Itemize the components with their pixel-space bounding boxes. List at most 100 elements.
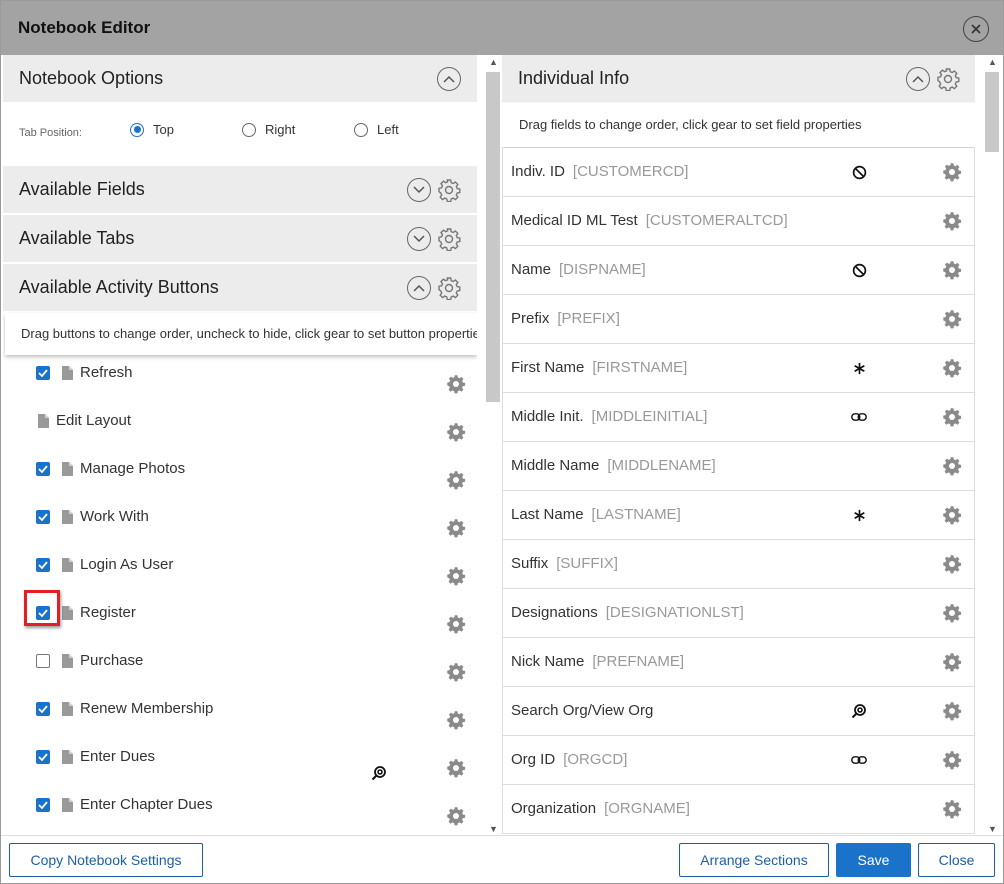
gear-icon[interactable] bbox=[443, 467, 469, 493]
field-row[interactable]: Search Org/View Org bbox=[502, 687, 975, 736]
activity-button-row[interactable]: Purchase bbox=[3, 643, 477, 691]
gear-icon[interactable] bbox=[939, 159, 965, 185]
field-row[interactable]: Middle Init. [MIDDLEINITIAL] bbox=[502, 393, 975, 442]
right-scrollbar[interactable]: ▲ ▼ bbox=[983, 55, 1001, 835]
field-code: [DESIGNATIONLST] bbox=[605, 604, 744, 621]
left-scroll-thumb[interactable] bbox=[486, 72, 500, 402]
field-row[interactable]: Name [DISPNAME] bbox=[502, 246, 975, 295]
gear-icon[interactable] bbox=[443, 419, 469, 445]
field-name: Suffix bbox=[511, 555, 549, 572]
field-code: [FIRSTNAME] bbox=[592, 359, 688, 376]
chevron-down-icon[interactable] bbox=[407, 178, 431, 202]
gear-icon[interactable] bbox=[939, 453, 965, 479]
save-button[interactable]: Save bbox=[836, 843, 911, 877]
asterisk-icon bbox=[851, 360, 867, 376]
activity-button-row[interactable]: Renew Membership bbox=[3, 691, 477, 739]
left-scrollbar[interactable]: ▲ ▼ bbox=[484, 55, 502, 835]
right-scroll-thumb[interactable] bbox=[985, 72, 999, 152]
notebook-options-label: Notebook Options bbox=[19, 68, 164, 88]
activity-button-row[interactable]: Login As User bbox=[3, 547, 477, 595]
activity-button-row[interactable]: Edit Layout bbox=[3, 403, 477, 451]
field-row[interactable]: Medical ID ML Test [CUSTOMERALTCD] bbox=[502, 197, 975, 246]
field-row[interactable]: Middle Name [MIDDLENAME] bbox=[502, 442, 975, 491]
gear-icon[interactable] bbox=[443, 707, 469, 733]
activity-button-row[interactable]: Register bbox=[3, 595, 477, 643]
gear-icon[interactable] bbox=[939, 306, 965, 332]
close-icon[interactable] bbox=[963, 16, 989, 42]
gear-icon[interactable] bbox=[939, 600, 965, 626]
field-row[interactable]: Nick Name [PREFNAME] bbox=[502, 638, 975, 687]
gear-icon[interactable] bbox=[939, 208, 965, 234]
gear-icon[interactable] bbox=[939, 796, 965, 822]
chevron-up-icon[interactable] bbox=[906, 67, 930, 91]
gear-icon[interactable] bbox=[939, 355, 965, 381]
radio-left[interactable]: Left bbox=[354, 122, 399, 137]
field-row[interactable]: Prefix [PREFIX] bbox=[502, 295, 975, 344]
available-fields-header[interactable]: Available Fields bbox=[3, 166, 477, 214]
field-row[interactable]: Organization [ORGNAME] bbox=[502, 785, 975, 834]
copy-notebook-settings-button[interactable]: Copy Notebook Settings bbox=[9, 843, 203, 877]
visibility-checkbox[interactable] bbox=[36, 462, 50, 476]
visibility-checkbox[interactable] bbox=[36, 750, 50, 764]
gear-icon[interactable] bbox=[436, 226, 462, 252]
search-link-icon bbox=[851, 703, 867, 719]
document-icon bbox=[62, 462, 73, 476]
activity-button-row[interactable]: Work With bbox=[3, 499, 477, 547]
available-tabs-header[interactable]: Available Tabs bbox=[3, 215, 477, 263]
radio-top[interactable]: Top bbox=[130, 122, 174, 137]
document-icon bbox=[62, 558, 73, 572]
activity-button-row[interactable]: Enter Dues bbox=[3, 739, 477, 787]
gear-icon[interactable] bbox=[939, 649, 965, 675]
visibility-checkbox[interactable] bbox=[36, 654, 50, 668]
gear-icon[interactable] bbox=[939, 698, 965, 724]
field-row[interactable]: Suffix [SUFFIX] bbox=[502, 540, 975, 589]
visibility-checkbox[interactable] bbox=[36, 702, 50, 716]
field-code: [MIDDLENAME] bbox=[607, 457, 716, 474]
field-row[interactable]: Designations [DESIGNATIONLST] bbox=[502, 589, 975, 638]
visibility-checkbox[interactable] bbox=[36, 606, 50, 620]
activity-button-row[interactable]: Manage Photos bbox=[3, 451, 477, 499]
gear-icon[interactable] bbox=[939, 404, 965, 430]
field-row[interactable]: Indiv. ID [CUSTOMERCD] bbox=[502, 148, 975, 197]
activity-button-row[interactable]: Enter Chapter Dues bbox=[3, 787, 477, 835]
gear-icon[interactable] bbox=[443, 803, 469, 829]
chevron-down-icon[interactable] bbox=[407, 227, 431, 251]
document-icon bbox=[62, 510, 73, 524]
individual-info-hint: Drag fields to change order, click gear … bbox=[502, 103, 975, 147]
gear-icon[interactable] bbox=[443, 755, 469, 781]
gear-icon[interactable] bbox=[939, 502, 965, 528]
gear-icon[interactable] bbox=[939, 747, 965, 773]
visibility-checkbox[interactable] bbox=[36, 558, 50, 572]
document-icon bbox=[62, 750, 73, 764]
field-label: Medical ID ML Test [CUSTOMERALTCD] bbox=[511, 212, 788, 229]
field-row[interactable]: Org ID [ORGCD] bbox=[502, 736, 975, 785]
visibility-checkbox[interactable] bbox=[36, 510, 50, 524]
activity-button-row[interactable]: Refresh bbox=[3, 355, 477, 403]
chevron-up-icon[interactable] bbox=[437, 67, 461, 91]
right-pane: Individual Info Drag fields to change or… bbox=[502, 55, 975, 835]
gear-icon[interactable] bbox=[443, 515, 469, 541]
notebook-options-header[interactable]: Notebook Options bbox=[3, 55, 477, 103]
gear-icon[interactable] bbox=[935, 66, 961, 92]
close-button[interactable]: Close bbox=[918, 843, 995, 877]
gear-icon[interactable] bbox=[939, 551, 965, 577]
chevron-up-icon[interactable] bbox=[407, 276, 431, 300]
activity-buttons-header[interactable]: Available Activity Buttons bbox=[3, 264, 477, 312]
gear-icon[interactable] bbox=[443, 659, 469, 685]
gear-icon[interactable] bbox=[443, 563, 469, 589]
gear-icon[interactable] bbox=[939, 257, 965, 283]
gear-icon[interactable] bbox=[436, 177, 462, 203]
available-fields-label: Available Fields bbox=[19, 179, 145, 199]
visibility-checkbox[interactable] bbox=[36, 798, 50, 812]
activity-button-label: Register bbox=[80, 604, 136, 621]
field-code: [PREFNAME] bbox=[592, 653, 685, 670]
field-row[interactable]: First Name [FIRSTNAME] bbox=[502, 344, 975, 393]
gear-icon[interactable] bbox=[436, 275, 462, 301]
gear-icon[interactable] bbox=[443, 611, 469, 637]
field-row[interactable]: Last Name [LASTNAME] bbox=[502, 491, 975, 540]
gear-icon[interactable] bbox=[443, 371, 469, 397]
visibility-checkbox[interactable] bbox=[36, 366, 50, 380]
individual-info-header[interactable]: Individual Info bbox=[502, 55, 975, 103]
radio-right[interactable]: Right bbox=[242, 122, 295, 137]
arrange-sections-button[interactable]: Arrange Sections bbox=[679, 843, 829, 877]
